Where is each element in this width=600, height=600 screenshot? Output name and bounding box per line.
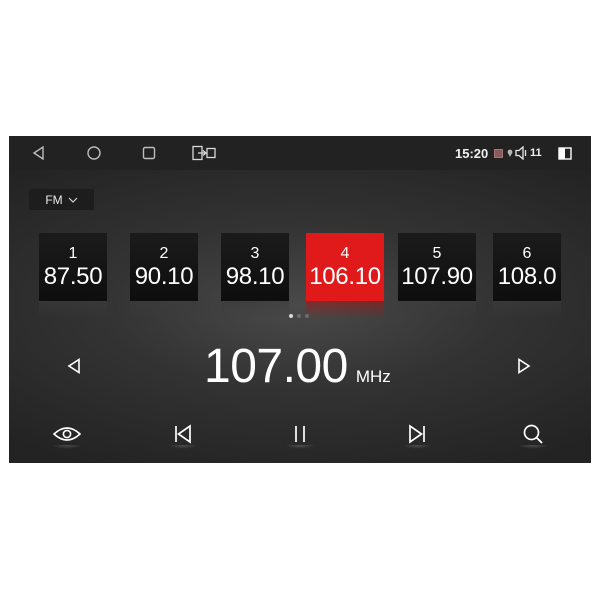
button-glow <box>168 445 198 453</box>
speaker-icon[interactable] <box>514 146 528 160</box>
preset-4[interactable]: 4 106.10 <box>306 233 384 301</box>
page-dot-active <box>289 314 293 318</box>
preset-reflection <box>398 301 476 319</box>
page-indicator <box>289 314 313 320</box>
seek-back-button[interactable] <box>63 355 85 377</box>
pause-icon <box>295 426 305 442</box>
circle-home-icon <box>87 146 101 160</box>
search-icon <box>523 424 543 444</box>
preset-number: 4 <box>340 245 350 262</box>
triangle-back-icon <box>32 146 44 160</box>
back-button[interactable] <box>29 143 49 163</box>
eye-icon <box>52 427 82 441</box>
radio-screen: 15:20 11 FM 1 87.50 2 90.10 3 98.10 4 10… <box>9 136 591 463</box>
preset-number: 2 <box>159 245 169 262</box>
page-dot <box>297 314 301 318</box>
skip-previous-icon <box>175 424 191 444</box>
preset-reflection <box>306 301 384 319</box>
frequency-display: 107.00 MHz <box>204 338 391 396</box>
preset-reflection <box>493 301 561 319</box>
recents-button[interactable] <box>139 143 159 163</box>
preset-number: 1 <box>68 245 78 262</box>
preset-number: 6 <box>522 245 532 262</box>
preset-frequency: 108.0 <box>497 263 557 290</box>
frequency-unit: MHz <box>355 367 391 386</box>
preset-3[interactable]: 3 98.10 <box>221 233 289 301</box>
home-button[interactable] <box>84 143 104 163</box>
seek-forward-button[interactable] <box>513 355 535 377</box>
preset-number: 5 <box>432 245 442 262</box>
preset-2[interactable]: 2 90.10 <box>130 233 198 301</box>
preset-frequency: 107.90 <box>401 263 473 290</box>
clock: 15:20 <box>455 146 489 161</box>
gps-icon <box>506 149 513 157</box>
preset-reflection <box>221 301 289 319</box>
preset-frequency: 98.10 <box>225 263 285 290</box>
preset-reflection <box>39 301 107 319</box>
split-screen-icon <box>192 145 216 161</box>
triangle-right-icon <box>518 358 531 374</box>
button-glow <box>52 445 82 453</box>
triangle-left-icon <box>67 358 80 374</box>
skip-next-icon <box>409 424 425 444</box>
preset-frequency: 106.10 <box>309 263 381 290</box>
button-glow <box>402 445 432 453</box>
split-screen-button[interactable] <box>191 143 217 163</box>
band-selector[interactable]: FM <box>29 189 94 210</box>
preset-5[interactable]: 5 107.90 <box>398 233 476 301</box>
band-label: FM <box>45 192 63 207</box>
preset-frequency: 87.50 <box>43 263 103 290</box>
status-bar: 15:20 11 <box>9 136 591 170</box>
preset-reflection <box>130 301 198 319</box>
preset-6[interactable]: 6 108.0 <box>493 233 561 301</box>
page-dot <box>305 314 309 318</box>
preset-1[interactable]: 1 87.50 <box>39 233 107 301</box>
square-recents-icon <box>142 146 156 160</box>
button-glow <box>518 445 548 453</box>
current-frequency: 107.00 <box>204 340 348 393</box>
volume-level: 11 <box>530 147 542 159</box>
button-glow <box>285 445 315 453</box>
sd-card-icon <box>493 148 503 158</box>
preset-frequency: 90.10 <box>134 263 194 290</box>
preset-number: 3 <box>250 245 260 262</box>
window-toggle-icon[interactable] <box>557 146 573 160</box>
chevron-down-icon <box>68 197 78 203</box>
